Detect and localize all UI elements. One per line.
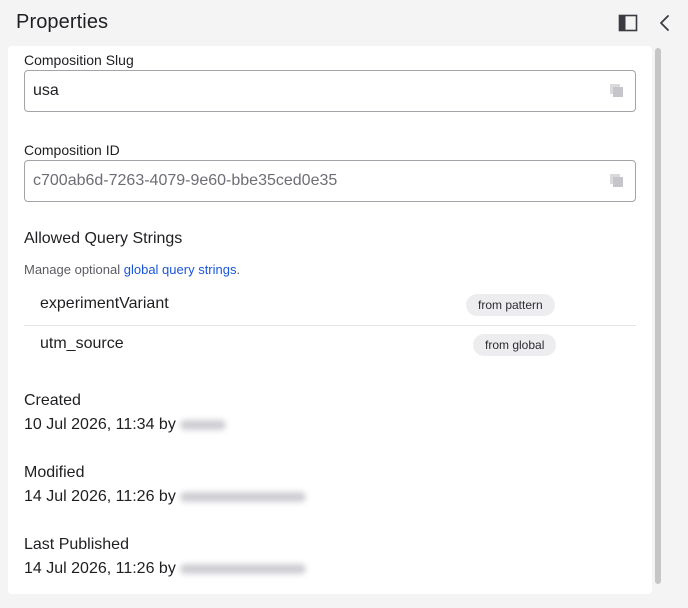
help-text: Manage optional: [24, 262, 124, 277]
global-query-strings-link[interactable]: global query strings: [124, 262, 237, 277]
query-strings-help: Manage optional global query strings.: [24, 262, 240, 277]
source-badge: from pattern: [466, 294, 555, 316]
composition-id-label: Composition ID: [24, 142, 120, 158]
modified-label: Modified: [24, 464, 85, 481]
query-string-name: utm_source: [40, 335, 124, 352]
composition-slug-input[interactable]: [33, 71, 593, 111]
query-string-name: experimentVariant: [40, 295, 169, 312]
last-published-value: 14 Jul 2026, 11:26 by: [24, 560, 306, 578]
scrollbar-thumb[interactable]: [655, 48, 661, 584]
modified-date: 14 Jul 2026, 11:26 by: [24, 488, 176, 505]
panel-title: Properties: [16, 11, 109, 33]
scrollbar[interactable]: [654, 46, 662, 594]
composition-id-input[interactable]: [33, 161, 593, 201]
copy-icon[interactable]: [609, 173, 625, 189]
redacted-user: [179, 491, 306, 502]
composition-slug-field: [24, 70, 636, 112]
created-value: 10 Jul 2026, 11:34 by: [24, 416, 226, 434]
panel-toggle-icon: [618, 14, 638, 32]
chevron-left-icon: [660, 15, 669, 31]
query-string-row: utm_source from global: [24, 325, 636, 365]
copy-icon[interactable]: [609, 83, 625, 99]
composition-slug-label: Composition Slug: [24, 52, 134, 68]
redacted-user: [179, 563, 306, 574]
collapse-panel-button[interactable]: [654, 12, 676, 34]
published-date: 14 Jul 2026, 11:26 by: [24, 560, 176, 577]
properties-panel: Composition Slug Composition ID Allowed …: [8, 46, 652, 594]
source-badge: from global: [473, 334, 557, 356]
last-published-label: Last Published: [24, 536, 129, 553]
created-label: Created: [24, 392, 81, 409]
panel-header: Properties: [0, 0, 688, 46]
panel-toggle-button[interactable]: [617, 12, 639, 34]
help-suffix: .: [236, 262, 241, 277]
query-string-row: experimentVariant from pattern: [24, 285, 636, 326]
modified-value: 14 Jul 2026, 11:26 by: [24, 488, 306, 506]
created-date: 10 Jul 2026, 11:34 by: [24, 416, 176, 433]
query-strings-title: Allowed Query Strings: [24, 230, 183, 247]
redacted-user: [179, 419, 226, 430]
composition-id-field: [24, 160, 636, 202]
